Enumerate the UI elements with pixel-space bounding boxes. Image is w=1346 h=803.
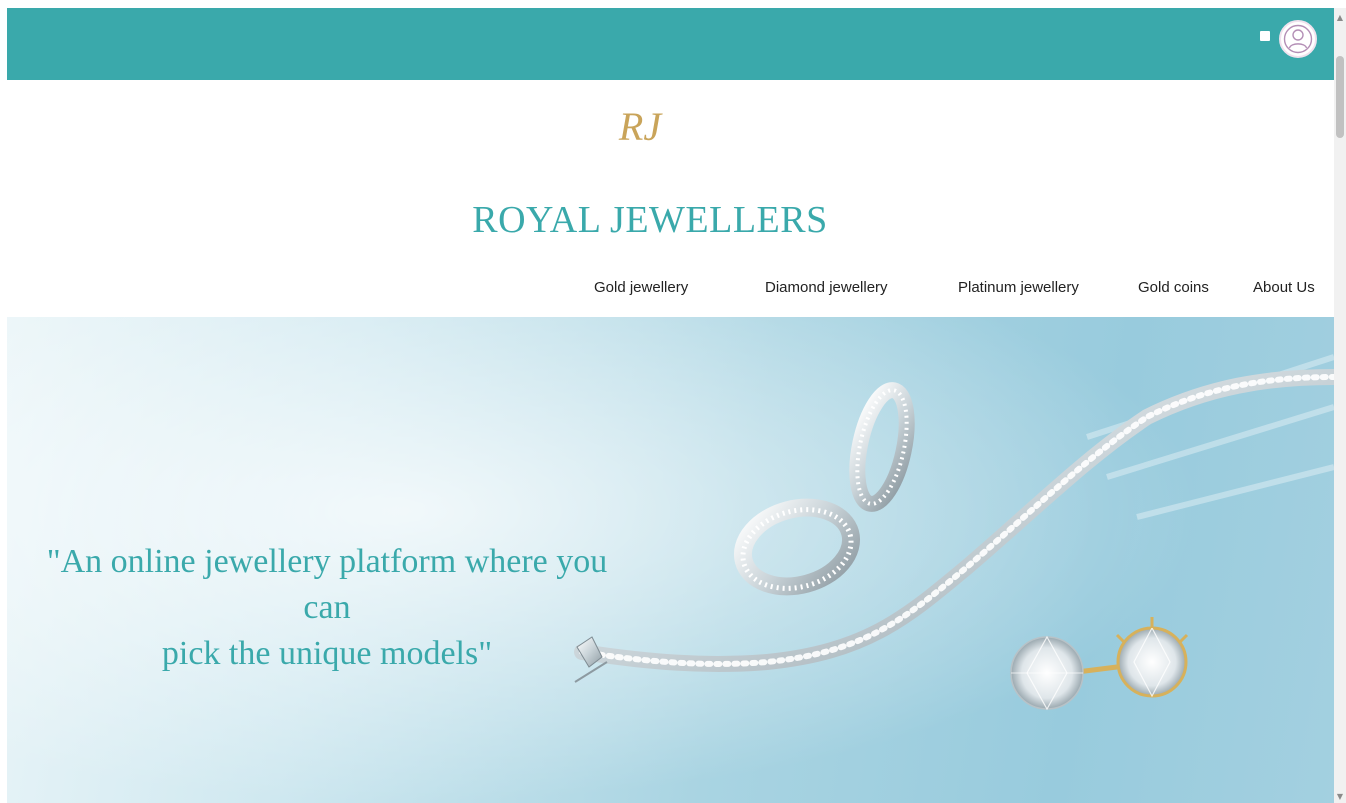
window-top-strip: [0, 0, 1346, 8]
scroll-up-arrow-icon[interactable]: ▲: [1334, 12, 1346, 24]
monogram-text: RJ: [618, 104, 663, 149]
scroll-down-arrow-icon[interactable]: ▼: [1334, 791, 1346, 803]
square-dot-icon[interactable]: [1260, 31, 1270, 41]
nav-item-platinum-jewellery[interactable]: Platinum jewellery: [958, 274, 1079, 302]
hero-tagline: "An online jewellery platform where you …: [27, 539, 627, 677]
header-bar: [7, 8, 1334, 80]
hero-tagline-line-2: pick the unique models": [161, 635, 493, 672]
scrollbar-thumb[interactable]: [1336, 56, 1344, 138]
hero-banner: "An online jewellery platform where you …: [7, 317, 1334, 803]
hero-tagline-line-1: "An online jewellery platform where you …: [46, 543, 608, 626]
main-nav: Gold jewellery Diamond jewellery Platinu…: [0, 274, 1334, 302]
nav-item-gold-coins[interactable]: Gold coins: [1138, 274, 1209, 302]
rj-monogram-logo: RJ: [618, 104, 663, 149]
user-avatar-icon[interactable]: [1279, 20, 1317, 58]
nav-item-diamond-jewellery[interactable]: Diamond jewellery: [765, 274, 888, 302]
page: RJ ROYAL JEWELLERS Gold jewellery Diamon…: [0, 0, 1346, 803]
nav-item-gold-jewellery[interactable]: Gold jewellery: [594, 274, 688, 302]
nav-item-about-us[interactable]: About Us: [1253, 274, 1315, 302]
brand-title: ROYAL JEWELLERS: [472, 199, 828, 241]
vertical-scrollbar[interactable]: ▲ ▼: [1334, 8, 1346, 803]
